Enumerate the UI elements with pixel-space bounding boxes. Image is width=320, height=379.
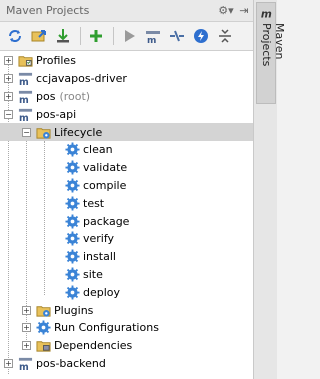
skip-tests-icon[interactable] <box>190 25 212 47</box>
gear-icon <box>64 160 80 176</box>
lifecycle-goal-site[interactable]: site <box>0 266 253 284</box>
expand-toggle[interactable]: + <box>4 358 13 368</box>
reimport-icon[interactable] <box>4 25 26 47</box>
panel-title: Maven Projects <box>6 4 90 17</box>
tree-node-label: verify <box>83 232 115 246</box>
tree-node-label: validate <box>83 161 128 175</box>
maven-module-icon: m <box>17 71 33 87</box>
run-icon[interactable] <box>118 25 140 47</box>
plugins-folder-icon <box>35 302 51 318</box>
tree-node-label: compile <box>83 178 127 192</box>
collapse-all-icon[interactable] <box>214 25 236 47</box>
svg-text:m: m <box>18 362 28 371</box>
svg-text:m: m <box>18 77 28 86</box>
tree-node-label: clean <box>83 143 113 157</box>
profiles-folder-icon <box>17 53 33 69</box>
toggle-offline-icon[interactable] <box>166 25 188 47</box>
tree-node-label: pos <box>36 89 56 103</box>
tree-node-label: pos-backend <box>36 356 106 370</box>
side-tab-label: Maven Projects <box>260 23 286 67</box>
lifecycle-goal-package[interactable]: package <box>0 212 253 230</box>
gear-icon <box>64 213 80 229</box>
maven-projects-side-tab[interactable]: m Maven Projects <box>256 2 286 104</box>
tree-node-label: Dependencies <box>54 339 133 353</box>
maven-toolbar: m <box>0 22 253 51</box>
tree-node-label: package <box>83 214 130 228</box>
maven-projects-panel: Maven Projects ⚙▾ ⇥ m + Profiles + m ccj… <box>0 0 254 379</box>
expand-toggle[interactable]: + <box>4 56 13 66</box>
dependencies-folder-icon <box>35 338 51 354</box>
tree-node-label: test <box>83 196 105 210</box>
execute-goal-icon[interactable]: m <box>142 25 164 47</box>
tree-node-label: Lifecycle <box>54 125 103 139</box>
expand-toggle[interactable]: + <box>22 323 31 333</box>
download-icon[interactable] <box>52 25 74 47</box>
tree-node-project[interactable]: + m pos (root) <box>0 88 253 106</box>
tree-node-run-configurations[interactable]: + Run Configurations <box>0 319 253 337</box>
gear-icon <box>64 195 80 211</box>
maven-icon: m <box>261 8 272 20</box>
tree-node-profiles[interactable]: + Profiles <box>0 52 253 70</box>
lifecycle-goal-compile[interactable]: compile <box>0 177 253 195</box>
gear-icon <box>64 284 80 300</box>
panel-titlebar: Maven Projects ⚙▾ ⇥ <box>0 0 253 22</box>
toolbar-separator <box>80 27 81 45</box>
expand-toggle[interactable]: + <box>4 74 13 84</box>
tree-node-project[interactable]: − m pos-api <box>0 105 253 123</box>
maven-module-icon: m <box>17 88 33 104</box>
tree-node-project[interactable]: + m pos-backend <box>0 355 253 373</box>
tree-node-label: pos-api <box>36 107 77 121</box>
tree-node-label: Plugins <box>54 303 94 317</box>
svg-text:m: m <box>147 36 156 44</box>
tree-node-lifecycle[interactable]: − Lifecycle <box>0 123 253 141</box>
tree-node-label: Profiles <box>36 54 76 68</box>
svg-text:m: m <box>18 113 28 122</box>
tree-node-label: deploy <box>83 285 121 299</box>
gear-icon <box>35 320 51 336</box>
add-icon[interactable] <box>85 25 107 47</box>
tree-node-label: install <box>83 250 116 264</box>
expand-toggle[interactable]: + <box>22 305 31 315</box>
svg-text:m: m <box>18 95 28 104</box>
maven-module-icon: m <box>17 355 33 371</box>
toolbar-separator <box>113 27 114 45</box>
generate-sources-icon[interactable] <box>28 25 50 47</box>
lifecycle-goals: clean validate compile test package verify ins… <box>0 141 253 301</box>
tree-node-plugins[interactable]: + Plugins <box>0 301 253 319</box>
lifecycle-goal-deploy[interactable]: deploy <box>0 283 253 301</box>
expand-toggle[interactable]: + <box>4 91 13 101</box>
gear-icon <box>64 249 80 265</box>
gear-icon <box>64 231 80 247</box>
maven-module-icon: m <box>17 106 33 122</box>
side-tool-strip: m Maven Projects <box>254 0 286 379</box>
expand-toggle[interactable]: + <box>22 341 31 351</box>
lifecycle-goal-verify[interactable]: verify <box>0 230 253 248</box>
lifecycle-goal-test[interactable]: test <box>0 194 253 212</box>
maven-projects-tree: + Profiles + m ccjavapos-driver + m pos … <box>0 52 253 379</box>
tree-node-label: ccjavapos-driver <box>36 72 127 86</box>
root-annotation: (root) <box>59 89 91 103</box>
lifecycle-goal-install[interactable]: install <box>0 248 253 266</box>
lifecycle-goal-clean[interactable]: clean <box>0 141 253 159</box>
tree-node-dependencies[interactable]: + Dependencies <box>0 337 253 355</box>
lifecycle-folder-icon <box>35 124 51 140</box>
tree-node-label: site <box>83 267 103 281</box>
tree-node-label: Run Configurations <box>54 321 159 335</box>
svg-text:m: m <box>261 8 272 20</box>
settings-gear-icon[interactable]: ⚙▾ <box>217 2 235 20</box>
hide-panel-icon[interactable]: ⇥ <box>235 2 253 20</box>
gear-icon <box>64 177 80 193</box>
collapse-toggle[interactable]: − <box>22 127 31 137</box>
tree-node-project[interactable]: + m ccjavapos-driver <box>0 70 253 88</box>
collapse-toggle[interactable]: − <box>4 109 13 119</box>
gear-icon <box>64 266 80 282</box>
gear-icon <box>64 142 80 158</box>
lifecycle-goal-validate[interactable]: validate <box>0 159 253 177</box>
